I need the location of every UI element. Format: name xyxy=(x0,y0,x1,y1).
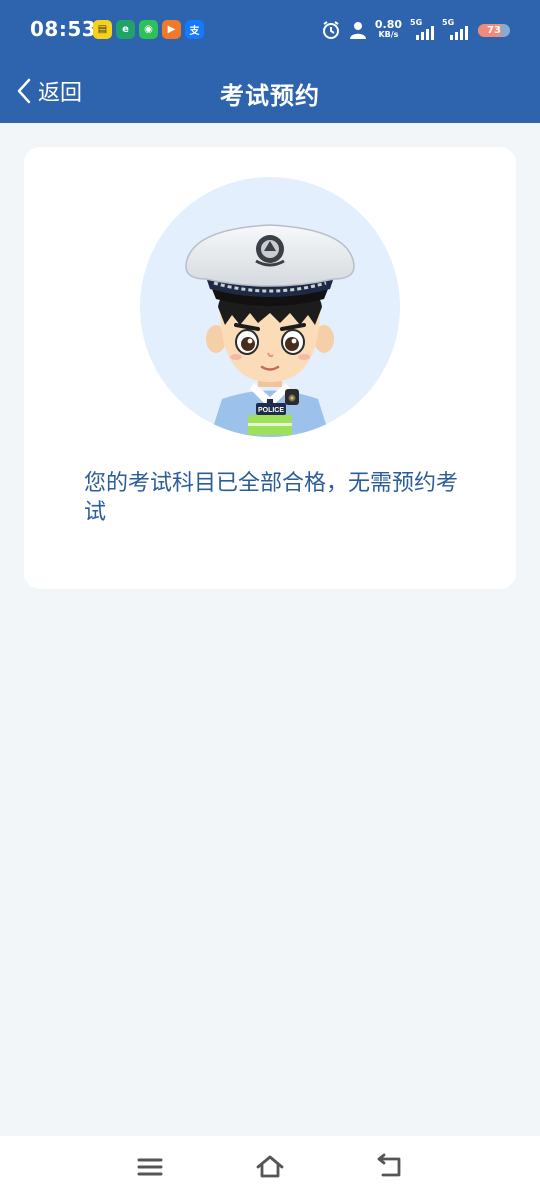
menu-icon[interactable] xyxy=(135,1152,165,1182)
status-indicators: 0.80 KB/s 5G 5G 73 xyxy=(321,18,510,42)
navigation-bar: 返回 考试预约 xyxy=(0,60,540,123)
battery-level: 73 xyxy=(487,24,501,36)
exam-status-message: 您的考试科目已全部合格，无需预约考试 xyxy=(84,471,459,525)
signal-icon-2: 5G xyxy=(442,18,470,40)
signal-1-tag: 5G xyxy=(410,18,423,27)
signal-icon-1: 5G xyxy=(410,18,434,40)
svg-text:POLICE: POLICE xyxy=(258,407,284,414)
alarm-icon xyxy=(322,21,339,39)
battery-icon: 73 xyxy=(478,23,510,37)
home-icon[interactable] xyxy=(255,1152,285,1182)
system-navigation-bar xyxy=(0,1136,540,1200)
status-time: 08:53 xyxy=(30,17,97,41)
network-speed-value: 0.80 xyxy=(374,18,402,31)
alipay-icon: 支 xyxy=(185,20,204,39)
exam-status-card: POLICE 您的考试科目已全部合格，无需预约考试 xyxy=(24,147,516,589)
wechat-icon: ◉ xyxy=(139,20,158,39)
back-icon[interactable] xyxy=(375,1152,405,1182)
page-title: 考试预约 xyxy=(220,82,320,110)
video-app-icon: ▶ xyxy=(162,20,181,39)
news-app-icon: ▤ xyxy=(93,20,112,39)
browser-app-icon: e xyxy=(116,20,135,39)
network-speed-unit: KB/s xyxy=(378,30,399,39)
police-officer-avatar: POLICE xyxy=(140,177,400,437)
status-bar: 08:53 ▤ e ◉ ▶ 支 0.80 KB/s 5G 5G 73 xyxy=(0,0,540,60)
signal-2-tag: 5G xyxy=(442,18,455,27)
notification-icons: ▤ e ◉ ▶ 支 xyxy=(93,20,204,39)
network-speed: 0.80 KB/s xyxy=(374,18,402,40)
person-icon xyxy=(349,22,366,39)
